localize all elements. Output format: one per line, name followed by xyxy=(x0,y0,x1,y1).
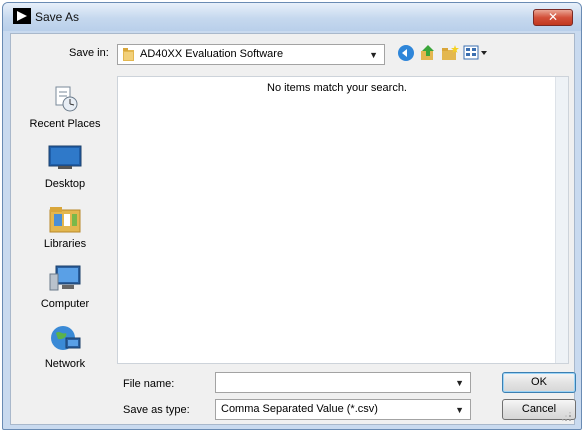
place-label: Recent Places xyxy=(29,118,101,130)
recent-places-icon xyxy=(55,86,78,112)
app-icon xyxy=(13,8,31,24)
place-desktop[interactable]: Desktop xyxy=(15,144,115,202)
ok-button[interactable]: OK xyxy=(502,372,576,393)
folder-icon xyxy=(123,48,134,61)
back-icon[interactable] xyxy=(397,44,415,62)
save-in-dropdown[interactable]: AD40XX Evaluation Software ▼ xyxy=(117,44,385,65)
place-label: Libraries xyxy=(43,238,87,250)
place-libraries[interactable]: Libraries xyxy=(15,204,115,262)
dialog-client-area: Save in: AD40XX Evaluation Software ▼ Re… xyxy=(10,33,576,425)
save-in-label: Save in: xyxy=(69,47,109,59)
places-bar: Recent Places Desktop Libraries Computer… xyxy=(15,76,115,421)
place-computer[interactable]: Computer xyxy=(15,264,115,322)
libraries-icon xyxy=(49,207,81,233)
save-as-dialog: Save As ✕ Save in: AD40XX Evaluation Sof… xyxy=(2,2,582,430)
chevron-down-icon: ▼ xyxy=(455,405,464,415)
network-icon xyxy=(51,326,81,350)
desktop-icon xyxy=(48,145,82,169)
file-list-scrollbar[interactable] xyxy=(555,77,568,363)
new-folder-icon[interactable] xyxy=(441,44,459,62)
file-name-field[interactable]: ▼ xyxy=(215,372,471,393)
save-type-label: Save as type: xyxy=(123,404,190,416)
file-name-label: File name: xyxy=(123,378,175,390)
place-label: Network xyxy=(44,358,86,370)
close-button[interactable]: ✕ xyxy=(533,9,573,26)
computer-icon xyxy=(49,265,81,291)
save-type-value: Comma Separated Value (*.csv) xyxy=(221,403,378,415)
close-icon: ✕ xyxy=(547,10,559,24)
resize-grip-icon[interactable] xyxy=(562,412,572,422)
place-label: Desktop xyxy=(44,178,86,190)
chevron-down-icon[interactable]: ▼ xyxy=(455,378,464,388)
chevron-down-icon: ▼ xyxy=(369,50,378,60)
window-title: Save As xyxy=(35,10,80,24)
title-bar[interactable]: Save As ✕ xyxy=(3,3,581,31)
save-in-value: AD40XX Evaluation Software xyxy=(140,48,284,60)
up-folder-icon[interactable] xyxy=(419,44,437,62)
empty-message: No items match your search. xyxy=(267,82,407,94)
save-type-dropdown[interactable]: Comma Separated Value (*.csv) ▼ xyxy=(215,399,471,420)
view-menu-icon[interactable] xyxy=(463,44,489,62)
place-recent-places[interactable]: Recent Places xyxy=(15,84,115,142)
place-network[interactable]: Network xyxy=(15,324,115,382)
place-label: Computer xyxy=(40,298,90,310)
file-list[interactable]: No items match your search. xyxy=(117,76,569,364)
